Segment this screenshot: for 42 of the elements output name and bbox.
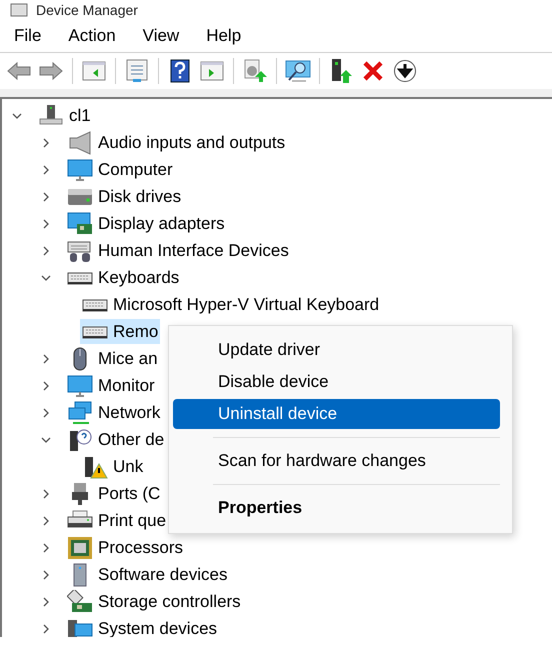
warning-icon (82, 454, 108, 478)
processor-icon (67, 536, 93, 560)
network-icon (67, 400, 93, 424)
display-adapter-icon (67, 212, 93, 236)
menu-item[interactable]: View (134, 24, 188, 48)
menu-item[interactable]: Scan for hardware changes (173, 446, 500, 476)
tree-item[interactable]: Unk (80, 454, 146, 479)
keyboard-mouse-icon (67, 238, 93, 262)
tree-item[interactable]: Human Interface Devices (65, 238, 291, 263)
monitor-icon (67, 158, 93, 182)
tree-item[interactable]: Print que (65, 508, 168, 533)
tree-item[interactable]: Storage controllers (65, 589, 243, 614)
tree-item[interactable]: System devices (65, 616, 220, 637)
tree-item[interactable]: Software devices (65, 562, 230, 587)
tree-item[interactable]: Microsoft Hyper-V Virtual Keyboard (80, 292, 382, 317)
tree-item[interactable]: Monitor (65, 373, 157, 398)
tree-item[interactable]: Audio inputs and outputs (65, 130, 288, 155)
tree-item[interactable]: Mice an (65, 346, 160, 371)
tree-item[interactable]: Disk drives (65, 184, 184, 209)
tree-item[interactable]: Keyboards (65, 265, 182, 290)
menu-item[interactable]: File (5, 24, 50, 48)
tree-item[interactable]: Other de (65, 427, 166, 452)
tree-item[interactable]: cl1 (36, 103, 93, 128)
tree-item[interactable]: Ports (C (65, 481, 162, 506)
storage-controller-icon (67, 590, 93, 614)
menu-item[interactable]: Help (197, 24, 250, 48)
tree-item[interactable]: Remo (80, 319, 160, 344)
menu-item[interactable]: Disable device (173, 367, 500, 397)
speaker-icon (67, 130, 93, 154)
app-icon (10, 3, 28, 17)
tree-item[interactable]: Network (65, 400, 162, 425)
window-title: Device Manager (36, 2, 138, 18)
tree-item[interactable]: Computer (65, 157, 175, 182)
tree-item[interactable]: Display adapters (65, 211, 227, 236)
menu-item[interactable]: Action (59, 24, 125, 48)
menu-item[interactable]: Uninstall device (173, 399, 500, 429)
tree-item[interactable]: Processors (65, 535, 186, 560)
monitor-icon (67, 374, 93, 398)
menu-item[interactable]: Properties (173, 493, 500, 523)
menu-item[interactable]: Update driver (173, 335, 500, 365)
computer-icon (38, 104, 64, 128)
question-device-icon (67, 428, 93, 452)
